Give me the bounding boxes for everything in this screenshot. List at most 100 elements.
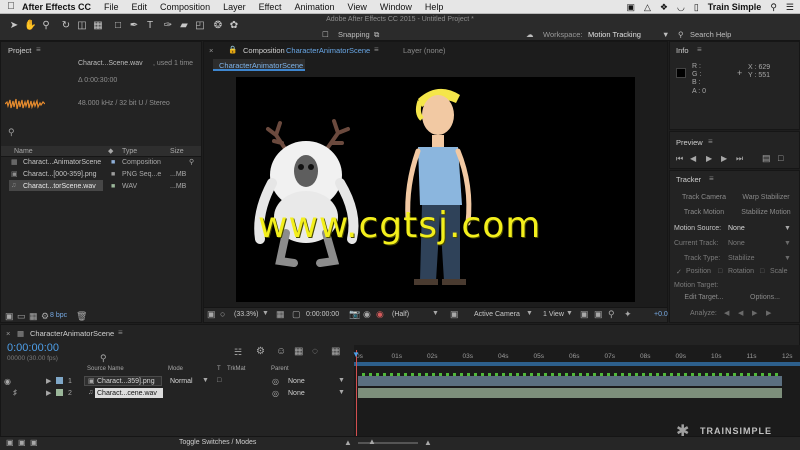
always-preview-icon[interactable]: ▣ (207, 309, 216, 320)
keyframe-marker[interactable] (446, 373, 449, 376)
keyframe-marker[interactable] (369, 373, 372, 376)
keyframe-marker[interactable] (425, 373, 428, 376)
keyframe-marker[interactable] (593, 373, 596, 376)
position-checkbox-label[interactable]: Position (686, 268, 711, 275)
project-search-input[interactable] (20, 127, 196, 137)
keyframe-marker[interactable] (600, 373, 603, 376)
last-frame-icon[interactable]: ⏭ (736, 154, 743, 164)
wifi-icon[interactable]: ◡ (677, 2, 685, 13)
project-search-icon[interactable]: ⚲ (8, 127, 15, 138)
toggle-switches-modes-button[interactable]: Toggle Switches / Modes (179, 439, 256, 446)
search-help-field[interactable]: Search Help (690, 30, 731, 39)
layer-source-name[interactable]: Charact...cene.wav (97, 390, 157, 397)
keyframe-marker[interactable] (614, 373, 617, 376)
motion-blur-icon[interactable]: ◌ (312, 346, 318, 357)
keyframe-marker[interactable] (467, 373, 470, 376)
expand-layer-icon[interactable]: ▶ (46, 389, 51, 397)
hide-shy-layers-icon[interactable]: ☺ (276, 346, 286, 357)
keyframe-marker[interactable] (705, 373, 708, 376)
menu-layer[interactable]: Layer (223, 2, 246, 12)
keyframe-marker[interactable] (691, 373, 694, 376)
keyframe-marker[interactable] (726, 373, 729, 376)
user-name[interactable]: Train Simple (708, 2, 762, 12)
snapping-label[interactable]: Snapping (338, 30, 370, 39)
menu-effect[interactable]: Effect (259, 2, 282, 12)
parent-pickwhip-icon[interactable]: ◎ (272, 377, 279, 386)
keyframe-marker[interactable] (733, 373, 736, 376)
keyframe-marker[interactable] (516, 373, 519, 376)
layer-parent-arrow-icon[interactable]: ▼ (338, 377, 345, 384)
keyframe-marker[interactable] (544, 373, 547, 376)
keyframe-marker[interactable] (649, 373, 652, 376)
keyframe-marker[interactable] (565, 373, 568, 376)
col-parent[interactable]: Parent (271, 366, 289, 372)
in-out-stretch-icon[interactable]: ▣ (30, 438, 38, 447)
menu-file[interactable]: File (104, 2, 119, 12)
col-name-header[interactable]: Name (14, 148, 33, 155)
track-type-dropdown[interactable]: Stabilize (728, 255, 754, 262)
draft-3d-icon[interactable]: ⚙ (256, 346, 265, 357)
first-frame-icon[interactable]: ⏮ (676, 154, 683, 164)
magnification-arrow-icon[interactable]: ▼ (262, 310, 269, 317)
track-type-arrow-icon[interactable]: ▼ (784, 255, 791, 262)
keyframe-marker[interactable] (502, 373, 505, 376)
info-panel-menu-icon[interactable]: ≡ (697, 45, 702, 54)
keyframe-marker[interactable] (579, 373, 582, 376)
col-source-name[interactable]: Source Name (87, 366, 124, 372)
sync-settings-icon[interactable]: ☁ (526, 30, 534, 39)
workspace-dropdown[interactable]: Motion Tracking (588, 30, 641, 39)
view-layout-dropdown[interactable]: 1 View (543, 311, 564, 318)
expand-layer-icon[interactable]: ▶ (46, 377, 51, 385)
keyframe-marker[interactable] (712, 373, 715, 376)
transfer-controls-icon[interactable]: ▣ (18, 438, 26, 447)
zoom-in-icon[interactable]: ▲ (424, 438, 432, 447)
track-camera-button[interactable]: Track Camera (676, 192, 732, 204)
layer-tab[interactable]: Layer (none) (403, 46, 446, 55)
mask-visibility-icon[interactable]: ○ (220, 309, 225, 319)
magnification-dropdown[interactable]: (33.3%) (234, 311, 259, 318)
view-layout-arrow-icon[interactable]: ▼ (566, 310, 573, 317)
menu-list-icon[interactable]: ☰ (786, 2, 794, 13)
layer-duration-bar[interactable] (358, 376, 782, 386)
keyframe-marker[interactable] (677, 373, 680, 376)
options-button[interactable]: Options... (737, 292, 793, 304)
keyframe-marker[interactable] (530, 373, 533, 376)
stabilize-motion-button[interactable]: Stabilize Motion (737, 207, 795, 219)
timeline-tab[interactable]: CharacterAnimatorScene (30, 329, 114, 338)
apple-icon[interactable]:  (0, 1, 22, 12)
keyframe-marker[interactable] (481, 373, 484, 376)
keyframe-marker[interactable] (740, 373, 743, 376)
screen-record-icon[interactable]: ▣ (626, 2, 635, 13)
flowchart-icon[interactable]: ⚲ (189, 158, 194, 166)
roto-brush-tool-icon[interactable]: ❂ (212, 20, 224, 32)
col-size-header[interactable]: Size (170, 148, 184, 155)
layer-mode-arrow-icon[interactable]: ▼ (202, 377, 209, 384)
pan-behind-tool-icon[interactable]: ▦ (92, 20, 104, 32)
keyframe-marker[interactable] (586, 373, 589, 376)
battery-icon[interactable]: ▯ (694, 2, 699, 13)
pen-tool-icon[interactable]: ✒ (128, 20, 140, 32)
layer-parent-dropdown[interactable]: None (288, 390, 305, 397)
ram-preview-icon[interactable]: □ (778, 153, 783, 163)
timeline-panel-menu-icon[interactable]: ≡ (118, 328, 123, 337)
hand-tool-icon[interactable]: ✋ (24, 20, 36, 32)
interpret-footage-icon[interactable]: ▣ (5, 311, 14, 322)
motion-source-arrow-icon[interactable]: ▼ (784, 225, 791, 232)
comp-navigator-label[interactable]: CharacterAnimatorScene (219, 61, 303, 70)
graph-editor-icon[interactable]: ▦ (331, 346, 340, 357)
tracker-panel-menu-icon[interactable]: ≡ (709, 174, 714, 183)
camera-view-dropdown[interactable]: Active Camera (474, 311, 520, 318)
current-track-arrow-icon[interactable]: ▼ (784, 240, 791, 247)
menu-help[interactable]: Help (425, 2, 444, 12)
keyframe-marker[interactable] (362, 373, 365, 376)
motion-source-dropdown[interactable]: None (728, 225, 745, 232)
puppet-tool-icon[interactable]: ✿ (228, 20, 240, 32)
keyframe-marker[interactable] (376, 373, 379, 376)
keyframe-marker[interactable] (656, 373, 659, 376)
comp-flowchart-icon[interactable]: ⚲ (608, 309, 615, 320)
bluetooth-icon[interactable]: ❖ (660, 2, 668, 13)
layer-parent-dropdown[interactable]: None (288, 378, 305, 385)
menu-composition[interactable]: Composition (160, 2, 210, 12)
keyframe-marker[interactable] (390, 373, 393, 376)
keyframe-marker[interactable] (607, 373, 610, 376)
